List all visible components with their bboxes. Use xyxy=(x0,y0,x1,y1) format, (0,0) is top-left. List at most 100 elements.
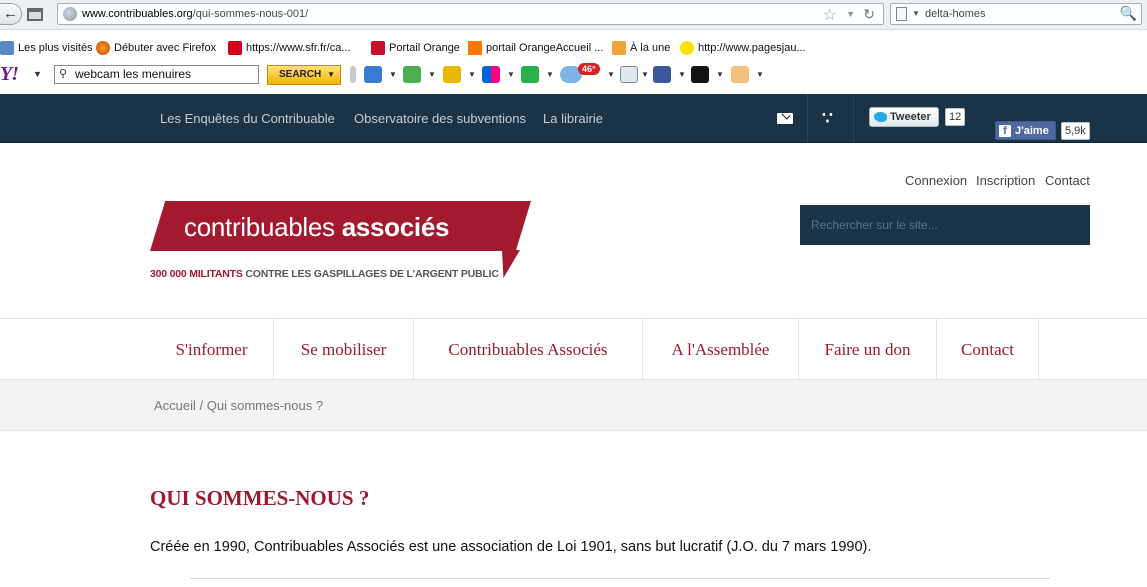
yahoo-logo[interactable]: Y! xyxy=(0,63,19,86)
bookmark-label: À la une xyxy=(630,42,671,54)
nav-faire-un-don[interactable]: Faire un don xyxy=(799,319,936,380)
signup-link[interactable]: Inscription xyxy=(976,173,1035,188)
facebook-icon: f xyxy=(999,124,1011,137)
nav-assemblee[interactable]: A l'Assemblée xyxy=(643,319,798,380)
rss-feed-icon xyxy=(612,41,626,55)
bookmark-a-la-une[interactable]: À la une xyxy=(612,41,670,55)
browser-search-box[interactable]: ▼ delta-homes 🔍 xyxy=(890,3,1142,25)
sfr-icon xyxy=(228,41,242,55)
nav-informer[interactable]: S'informer xyxy=(150,319,273,380)
search-engine-dropdown-icon[interactable]: ▼ xyxy=(912,9,920,18)
answers-icon[interactable] xyxy=(443,66,461,83)
logo-tagline: 300 000 MILITANTS CONTRE LES GASPILLAGES… xyxy=(150,268,499,280)
yahoo-search-input[interactable]: ⚲ webcam les menuires xyxy=(54,65,259,84)
games-icon[interactable] xyxy=(403,66,421,83)
bookmark-les-plus-visites[interactable]: Les plus visités xyxy=(0,41,93,55)
nav-contribuables-associes[interactable]: Contribuables Associés xyxy=(414,319,642,380)
chevron-down-icon[interactable]: ▼ xyxy=(607,70,615,79)
logo-wordmark[interactable]: contribuables associés xyxy=(184,212,449,243)
like-label: J'aime xyxy=(1015,124,1049,137)
bookmark-portail-orange[interactable]: Portail Orange xyxy=(371,41,460,55)
yahoo-search-button[interactable]: SEARCH ▼ xyxy=(267,65,341,85)
logo-word-associes: associés xyxy=(341,212,450,242)
ebay-icon[interactable] xyxy=(691,66,709,83)
tagline-rest: CONTRE LES GASPILLAGES DE L'ARGENT PUBLI… xyxy=(242,268,499,280)
yahoo-toolbar: Y! ▼ ⚲ webcam les menuires SEARCH ▼ ▼ ▼ … xyxy=(0,63,1147,87)
site-search-field[interactable]: Rechercher sur le site... xyxy=(800,205,1090,245)
flickr-icon[interactable] xyxy=(482,66,500,83)
bookmarks-icon[interactable] xyxy=(620,66,638,83)
bookmark-star-icon[interactable]: ☆ xyxy=(823,5,837,25)
tagline-accent: 300 000 MILITANTS xyxy=(150,268,243,280)
content-divider xyxy=(190,578,1050,579)
breadcrumb[interactable]: Accueil / Qui sommes-nous ? xyxy=(154,398,323,413)
rss-icon[interactable]: ∵ xyxy=(822,110,833,127)
chevron-down-icon[interactable]: ▼ xyxy=(428,70,436,79)
top-divider xyxy=(807,94,808,143)
bookmark-label: Débuter avec Firefox xyxy=(114,42,217,54)
top-link-observatoire[interactable]: Observatoire des subventions xyxy=(354,111,526,126)
top-link-librairie[interactable]: La librairie xyxy=(543,111,603,126)
site-search-placeholder: Rechercher sur le site... xyxy=(811,218,938,232)
envelope-icon[interactable] xyxy=(777,113,793,124)
search-engine-icon[interactable] xyxy=(896,7,907,21)
browser-navigation-bar: ← www.contribuables.org/qui-sommes-nous-… xyxy=(0,0,1147,30)
tweet-label: Tweeter xyxy=(890,111,931,123)
logo-word-contribuables: contribuables xyxy=(184,212,335,242)
bookmark-sfr[interactable]: https://www.sfr.fr/ca... xyxy=(228,41,351,55)
twitter-bird-icon xyxy=(874,112,887,122)
chevron-down-icon[interactable]: ▼ xyxy=(678,70,686,79)
like-count: 5,9k xyxy=(1061,122,1090,140)
bookmark-portail-orange-accueil[interactable]: portail OrangeAccueil ... xyxy=(468,41,603,55)
bookmark-pagesjaunes[interactable]: http://www.pagesjau... xyxy=(680,41,806,55)
bookmark-debuter-firefox[interactable]: Débuter avec Firefox xyxy=(96,41,216,55)
bookmark-label: portail OrangeAccueil ... xyxy=(486,42,604,54)
yahoo-menu-dropdown-icon[interactable]: ▼ xyxy=(33,69,42,79)
mail-icon[interactable] xyxy=(364,66,382,83)
address-text[interactable]: www.contribuables.org/qui-sommes-nous-00… xyxy=(82,8,308,20)
nav-divider xyxy=(1038,319,1039,380)
browser-search-text[interactable]: delta-homes xyxy=(925,8,986,20)
contact-link[interactable]: Contact xyxy=(1045,173,1090,188)
tweet-button[interactable]: Tweeter xyxy=(869,107,939,127)
site-top-bar: Les Enquêtes du Contribuable Observatoir… xyxy=(0,94,1147,143)
history-dropdown-icon[interactable]: ▼ xyxy=(846,9,855,19)
logo-banner-tail xyxy=(502,250,520,278)
weather-badge: 46° xyxy=(578,63,600,75)
orange-wifi-icon xyxy=(371,41,385,55)
pagesjaunes-icon xyxy=(680,41,694,55)
chevron-down-icon[interactable]: ▼ xyxy=(546,70,554,79)
tab-groups-icon[interactable] xyxy=(27,8,43,21)
top-link-enquetes[interactable]: Les Enquêtes du Contribuable xyxy=(160,111,335,126)
bookmark-label: https://www.sfr.fr/ca... xyxy=(246,42,351,54)
back-button[interactable]: ← xyxy=(0,3,22,25)
reload-icon[interactable]: ↻ xyxy=(863,6,875,23)
nav-mobiliser[interactable]: Se mobiliser xyxy=(274,319,413,380)
search-icon[interactable]: 🔍 xyxy=(1120,5,1137,22)
top-divider xyxy=(853,94,854,143)
chevron-down-icon[interactable]: ▼ xyxy=(716,70,724,79)
login-link[interactable]: Connexion xyxy=(905,173,967,188)
chevron-down-icon[interactable]: ▼ xyxy=(389,70,397,79)
breadcrumb-bar: Accueil / Qui sommes-nous ? xyxy=(0,380,1147,431)
chevron-down-icon[interactable]: ▼ xyxy=(641,70,649,79)
address-bar[interactable]: www.contribuables.org/qui-sommes-nous-00… xyxy=(57,3,884,25)
nav-contact[interactable]: Contact xyxy=(937,319,1038,380)
messenger-icon[interactable] xyxy=(521,66,539,83)
chevron-down-icon[interactable]: ▼ xyxy=(507,70,515,79)
yahoo-search-value: webcam les menuires xyxy=(75,67,192,81)
url-path: /qui-sommes-nous-001/ xyxy=(192,8,309,20)
facebook-icon[interactable] xyxy=(653,66,671,83)
facebook-like-button[interactable]: f J'aime xyxy=(995,121,1056,140)
page-title: QUI SOMMES-NOUS ? xyxy=(150,486,370,510)
search-icon: ⚲ xyxy=(59,68,68,80)
puzzle-icon[interactable] xyxy=(731,66,749,83)
chevron-down-icon[interactable]: ▼ xyxy=(756,70,764,79)
bookmark-label: Les plus visités xyxy=(18,42,93,54)
bookmark-label: http://www.pagesjau... xyxy=(698,42,806,54)
chevron-down-icon[interactable]: ▼ xyxy=(468,70,476,79)
main-navigation: S'informer Se mobiliser Contribuables As… xyxy=(0,318,1147,380)
tweet-count: 12 xyxy=(945,108,966,126)
bookmark-folder-icon xyxy=(0,41,14,55)
orange-square-icon xyxy=(468,41,482,55)
